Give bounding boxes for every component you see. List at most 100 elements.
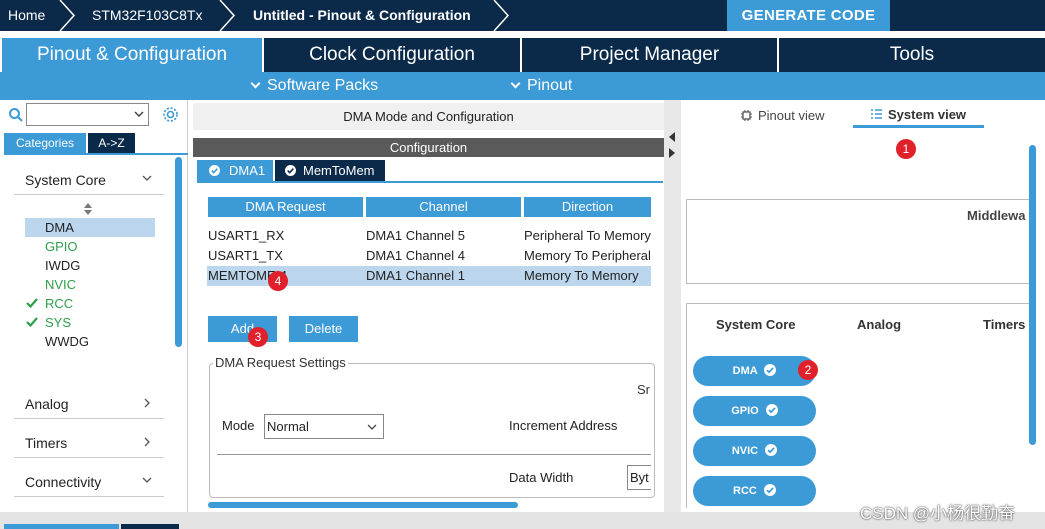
- capsule-rcc[interactable]: RCC: [693, 476, 816, 506]
- right-scrollbar[interactable]: [1029, 145, 1036, 445]
- chevron-down-icon: [250, 78, 261, 89]
- chip-icon: [741, 110, 752, 121]
- capsule-label: NVIC: [731, 445, 759, 457]
- column-header-channel[interactable]: Channel: [366, 197, 521, 217]
- table-row[interactable]: USART1_TX DMA1 Channel 4 Memory To Perip…: [207, 246, 651, 266]
- software-packs-menu[interactable]: Software Packs: [250, 72, 379, 100]
- peripheral-dma[interactable]: DMA: [25, 218, 155, 237]
- tab-categories[interactable]: Categories: [4, 133, 86, 153]
- category-label: Analog: [25, 396, 69, 412]
- peripheral-wwdg[interactable]: WWDG: [25, 332, 155, 351]
- chevron-down-icon: [142, 175, 152, 181]
- cell-channel: DMA1 Channel 5: [366, 228, 465, 243]
- cell-channel: DMA1 Channel 4: [366, 248, 465, 263]
- category-system-core[interactable]: System Core: [14, 165, 164, 195]
- peripheral-label: NVIC: [45, 277, 77, 292]
- middleware-box: Middlewa: [686, 199, 1031, 284]
- cell-direction: Peripheral To Memory: [524, 228, 651, 243]
- check-circle-icon: [764, 364, 777, 376]
- peripheral-nvic[interactable]: NVIC: [25, 275, 155, 294]
- peripheral-label: SYS: [45, 315, 72, 330]
- mode-and-configuration-title: DMA Mode and Configuration: [193, 103, 664, 130]
- system-view-label: System view: [888, 107, 967, 122]
- search-input[interactable]: [26, 103, 149, 126]
- delete-button[interactable]: Delete: [289, 316, 358, 342]
- system-view-tab[interactable]: System view: [870, 107, 966, 122]
- category-label: Connectivity: [25, 474, 102, 490]
- pinout-view-label: Pinout view: [758, 108, 825, 123]
- column-header-direction[interactable]: Direction: [524, 197, 651, 217]
- chevron-right-icon: [144, 437, 150, 447]
- pinout-menu[interactable]: Pinout: [510, 72, 572, 100]
- breadcrumb-arrow-icon: [493, 0, 510, 31]
- divider: [217, 454, 651, 455]
- pinout-view-tab[interactable]: Pinout view: [740, 107, 824, 123]
- mode-value: Normal: [267, 419, 309, 434]
- categories-scrollbar[interactable]: [175, 157, 182, 347]
- capsule-label: GPIO: [731, 405, 759, 417]
- breadcrumb-arrow-icon: [219, 0, 236, 31]
- subtab-dma1[interactable]: DMA1: [197, 160, 273, 181]
- cell-direction: Memory To Peripheral: [524, 248, 651, 263]
- check-circle-icon: [285, 165, 296, 176]
- peripheral-label: IWDG: [45, 258, 81, 273]
- breadcrumb-arrow-icon: [59, 0, 76, 31]
- subtab-memtomem[interactable]: MemToMem: [275, 160, 385, 181]
- peripheral-label: GPIO: [45, 239, 78, 254]
- category-label: System Core: [25, 172, 106, 188]
- peripheral-rcc[interactable]: RCC: [25, 294, 155, 313]
- capsule-label: DMA: [732, 365, 758, 377]
- table-row[interactable]: USART1_RX DMA1 Channel 5 Peripheral To M…: [207, 226, 651, 246]
- capsule-label: RCC: [733, 485, 757, 497]
- peripheral-label: WWDG: [45, 334, 90, 349]
- system-view-underline: [853, 125, 984, 128]
- increment-address-label: Increment Address: [509, 418, 618, 433]
- search-icon[interactable]: [8, 107, 24, 123]
- tab-project-manager[interactable]: Project Manager: [522, 38, 777, 72]
- cell-request: USART1_TX: [208, 248, 283, 263]
- peripheral-iwdg[interactable]: IWDG: [25, 256, 155, 275]
- chevron-down-icon: [510, 78, 521, 89]
- check-circle-icon: [763, 484, 776, 496]
- data-width-select[interactable]: Byt: [627, 465, 651, 490]
- breadcrumb-project[interactable]: Untitled - Pinout & Configuration: [253, 0, 471, 31]
- data-width-label: Data Width: [509, 470, 574, 485]
- column-header-dma-request[interactable]: DMA Request: [208, 197, 363, 217]
- mode-select[interactable]: Normal: [264, 414, 384, 439]
- breadcrumb-device[interactable]: STM32F103C8Tx: [92, 0, 202, 31]
- tab-clock-configuration[interactable]: Clock Configuration: [264, 38, 520, 72]
- bottom-tab-accent: [4, 524, 119, 529]
- peripheral-gpio[interactable]: GPIO: [25, 237, 155, 256]
- data-width-value: Byt: [630, 470, 649, 485]
- peripheral-label: RCC: [45, 296, 74, 311]
- chevron-down-icon: [142, 477, 152, 483]
- annotation-badge: 1: [896, 139, 916, 159]
- peripheral-sys[interactable]: SYS: [25, 313, 155, 332]
- category-analog[interactable]: Analog: [14, 389, 164, 419]
- sort-icon[interactable]: [84, 203, 92, 215]
- tab-a-z[interactable]: A->Z: [88, 133, 135, 153]
- subtab-label: DMA1: [229, 163, 266, 178]
- breadcrumb-home[interactable]: Home: [8, 0, 45, 31]
- check-circle-icon: [209, 165, 220, 176]
- chevron-down-icon: [367, 424, 377, 430]
- sub-menu-bar: Software Packs Pinout: [0, 72, 1045, 100]
- settings-legend: DMA Request Settings: [213, 355, 348, 370]
- column-timers: Timers: [983, 317, 1026, 332]
- subtab-label: MemToMem: [303, 163, 375, 178]
- tab-pinout-configuration[interactable]: Pinout & Configuration: [2, 38, 262, 72]
- horizontal-scrollbar[interactable]: [208, 502, 518, 508]
- software-packs-label: Software Packs: [267, 77, 379, 94]
- generate-code-button[interactable]: GENERATE CODE: [727, 0, 890, 31]
- gear-icon[interactable]: [162, 106, 179, 123]
- category-label: Timers: [25, 435, 68, 451]
- bottom-tab-dark: [121, 524, 179, 529]
- category-timers[interactable]: Timers: [14, 428, 164, 458]
- tab-tools[interactable]: Tools: [779, 38, 1045, 72]
- tabs-underline: [4, 153, 188, 155]
- splitter[interactable]: [664, 100, 681, 515]
- capsule-nvic[interactable]: NVIC: [693, 436, 816, 466]
- category-connectivity[interactable]: Connectivity: [14, 467, 164, 497]
- capsule-gpio[interactable]: GPIO: [693, 396, 816, 426]
- chevron-right-icon: [144, 398, 150, 408]
